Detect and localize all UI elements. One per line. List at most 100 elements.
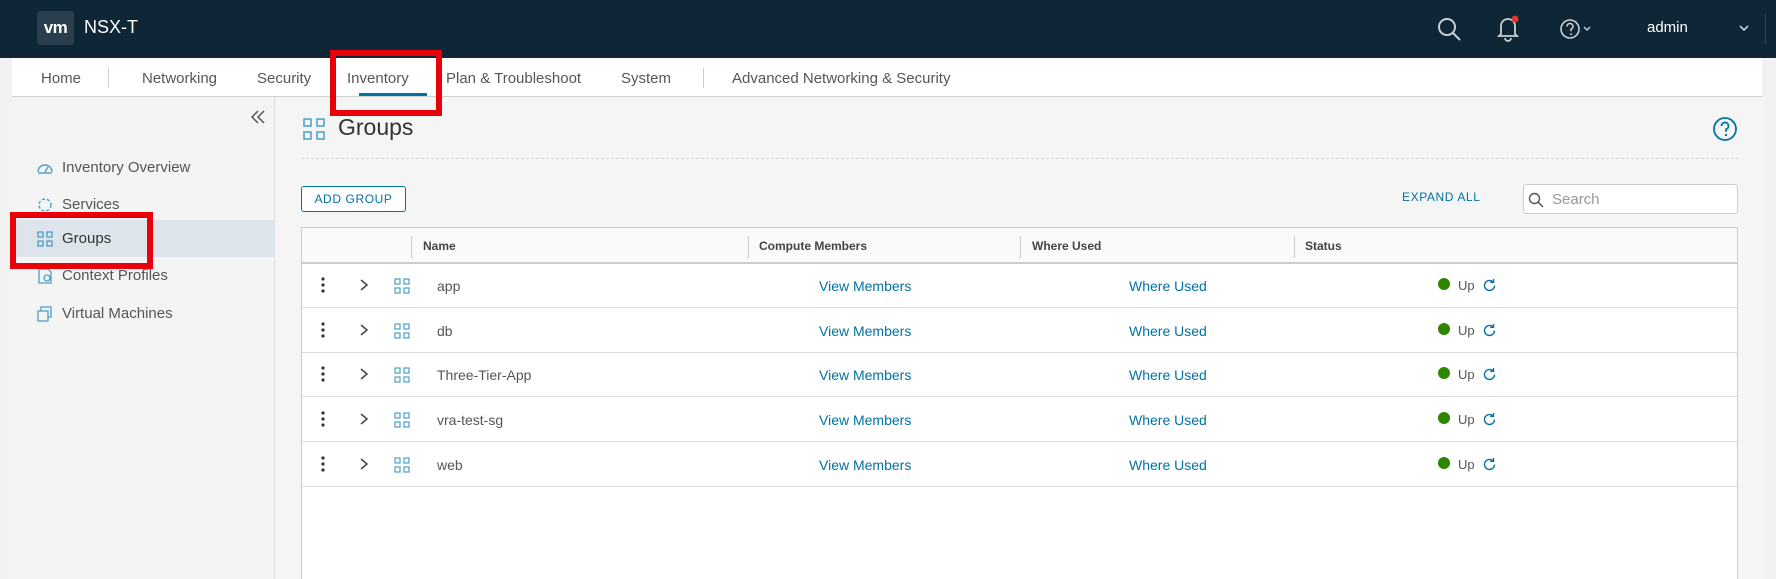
group-name: app — [437, 278, 461, 294]
expand-all-link[interactable]: EXPAND ALL — [1402, 190, 1480, 204]
highlight-groups-item — [10, 212, 153, 269]
status-up-dot — [1438, 323, 1450, 335]
row-actions-icon[interactable] — [320, 454, 326, 474]
table-header: Name Compute Members Where Used Status — [302, 228, 1737, 264]
view-members-link[interactable]: View Members — [819, 367, 911, 383]
groups-table: Name Compute Members Where Used Status a… — [301, 227, 1738, 579]
status-up-dot — [1438, 457, 1450, 469]
group-icon — [394, 412, 410, 428]
column-divider[interactable] — [1020, 236, 1021, 258]
status-text: Up — [1458, 278, 1475, 293]
chevron-right-icon[interactable] — [358, 367, 370, 381]
page-title: Groups — [338, 114, 414, 140]
where-used-link[interactable]: Where Used — [1129, 412, 1207, 428]
status-text: Up — [1458, 367, 1475, 382]
header-divider — [1765, 14, 1766, 44]
status-up-dot — [1438, 367, 1450, 379]
group-icon — [394, 278, 410, 294]
table-row: Three-Tier-App View Members Where Used U… — [302, 353, 1737, 397]
chevron-right-icon[interactable] — [358, 457, 370, 471]
collapse-sidebar-icon[interactable] — [248, 107, 268, 127]
app-title[interactable]: NSX-T — [84, 17, 138, 38]
column-header-name[interactable]: Name — [423, 239, 456, 253]
row-actions-icon[interactable] — [320, 320, 326, 340]
group-icon — [394, 367, 410, 383]
where-used-link[interactable]: Where Used — [1129, 278, 1207, 294]
help-menu-icon[interactable] — [1558, 16, 1594, 42]
nav-divider — [108, 68, 109, 88]
tab-plan-troubleshoot[interactable]: Plan & Troubleshoot — [446, 70, 581, 87]
search-input[interactable] — [1552, 189, 1732, 209]
user-menu[interactable]: admin — [1647, 19, 1688, 36]
services-icon — [38, 197, 52, 212]
row-actions-icon[interactable] — [320, 364, 326, 384]
table-row: db View Members Where Used Up — [302, 309, 1737, 353]
sidebar-item-inventory-overview[interactable]: Inventory Overview — [12, 149, 275, 186]
sidebar-item-label: Inventory Overview — [62, 159, 191, 176]
column-divider[interactable] — [748, 236, 749, 258]
row-actions-icon[interactable] — [320, 275, 326, 295]
notifications-bell-icon[interactable] — [1495, 14, 1521, 42]
view-members-link[interactable]: View Members — [819, 412, 911, 428]
nav-divider — [703, 68, 704, 88]
refresh-icon[interactable] — [1482, 457, 1497, 472]
sidebar-item-label: Virtual Machines — [62, 305, 173, 322]
sidebar-item-label: Services — [62, 196, 120, 213]
sidebar-item-virtual-machines[interactable]: Virtual Machines — [12, 295, 275, 332]
dashboard-icon — [37, 163, 53, 174]
chevron-down-icon[interactable] — [1737, 21, 1751, 35]
view-members-link[interactable]: View Members — [819, 278, 911, 294]
status-up-dot — [1438, 278, 1450, 290]
groups-icon — [303, 118, 325, 140]
main-content: Groups ADD GROUP EXPAND ALL Name Compute… — [276, 97, 1762, 579]
search-icon[interactable] — [1436, 16, 1462, 42]
main-nav: Home Networking Security Inventory Plan … — [12, 58, 1762, 97]
column-header-where-used[interactable]: Where Used — [1032, 239, 1101, 253]
where-used-link[interactable]: Where Used — [1129, 323, 1207, 339]
table-row: web View Members Where Used Up — [302, 443, 1737, 487]
vmware-logo[interactable]: vm — [37, 11, 74, 45]
tab-security[interactable]: Security — [257, 70, 311, 87]
column-divider[interactable] — [1294, 236, 1295, 258]
highlight-inventory-tab — [330, 50, 442, 116]
group-icon — [394, 323, 410, 339]
add-group-button[interactable]: ADD GROUP — [301, 186, 406, 212]
where-used-link[interactable]: Where Used — [1129, 367, 1207, 383]
row-actions-icon[interactable] — [320, 409, 326, 429]
tab-advanced-networking-security[interactable]: Advanced Networking & Security — [732, 70, 950, 87]
refresh-icon[interactable] — [1482, 412, 1497, 427]
search-icon — [1528, 192, 1544, 208]
tab-networking[interactable]: Networking — [142, 70, 217, 87]
refresh-icon[interactable] — [1482, 323, 1497, 338]
table-row: vra-test-sg View Members Where Used Up — [302, 398, 1737, 442]
group-name: vra-test-sg — [437, 412, 504, 428]
column-header-status[interactable]: Status — [1305, 239, 1342, 253]
status-text: Up — [1458, 323, 1475, 338]
status-up-dot — [1438, 412, 1450, 424]
where-used-link[interactable]: Where Used — [1129, 457, 1207, 473]
group-name: db — [437, 323, 453, 339]
view-members-link[interactable]: View Members — [819, 457, 911, 473]
chevron-right-icon[interactable] — [358, 323, 370, 337]
top-header: vm NSX-T admin — [0, 0, 1776, 58]
view-members-link[interactable]: View Members — [819, 323, 911, 339]
refresh-icon[interactable] — [1482, 278, 1497, 293]
vm-icon — [37, 305, 52, 322]
search-field[interactable] — [1523, 184, 1738, 214]
context-profiles-icon — [38, 267, 52, 284]
sidebar: Inventory Overview Services Groups Conte… — [12, 97, 275, 579]
status-text: Up — [1458, 412, 1475, 427]
column-header-compute-members[interactable]: Compute Members — [759, 239, 867, 253]
column-divider — [411, 236, 412, 258]
help-icon[interactable] — [1712, 116, 1738, 142]
refresh-icon[interactable] — [1482, 367, 1497, 382]
table-row: app View Members Where Used Up — [302, 264, 1737, 308]
sidebar-item-label: Context Profiles — [62, 267, 168, 284]
group-icon — [394, 457, 410, 473]
status-text: Up — [1458, 457, 1475, 472]
chevron-right-icon[interactable] — [358, 278, 370, 292]
tab-system[interactable]: System — [621, 70, 671, 87]
chevron-right-icon[interactable] — [358, 412, 370, 426]
tab-home[interactable]: Home — [41, 70, 81, 87]
title-divider — [301, 158, 1739, 159]
